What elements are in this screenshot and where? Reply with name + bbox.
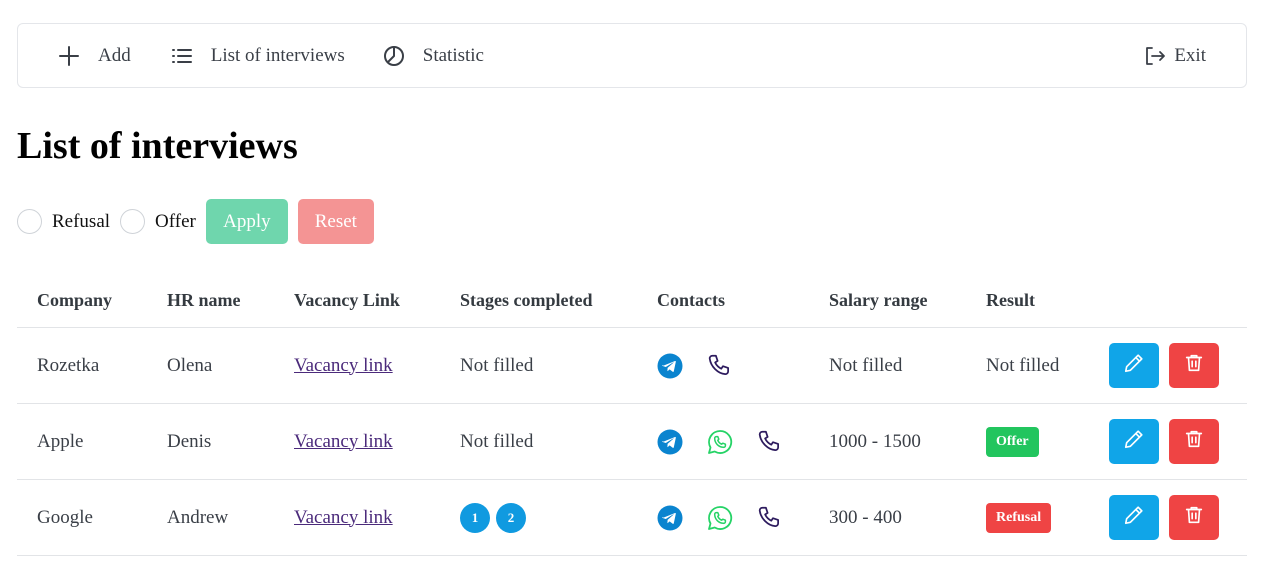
interviews-table: Company HR name Vacancy Link Stages comp… <box>17 276 1247 556</box>
pencil-icon <box>1123 428 1145 456</box>
header-vacancy-link: Vacancy Link <box>294 290 400 310</box>
stages-cell: Not filled <box>460 430 534 452</box>
delete-button[interactable] <box>1169 419 1219 464</box>
page-title: List of interviews <box>17 125 298 167</box>
vacancy-link[interactable]: Vacancy link <box>294 431 393 453</box>
edit-button[interactable] <box>1109 343 1159 388</box>
nav-list-button[interactable]: List of interviews <box>171 45 345 67</box>
header-stages: Stages completed <box>460 290 593 310</box>
exit-icon <box>1144 45 1166 67</box>
nav-add-button[interactable]: Add <box>58 45 131 67</box>
reset-button[interactable]: Reset <box>297 199 374 244</box>
header-result: Result <box>986 290 1035 310</box>
vacancy-link[interactable]: Vacancy link <box>294 507 393 529</box>
result-cell: Offer <box>986 404 1039 479</box>
refusal-badge: Refusal <box>986 502 1052 533</box>
actions-cell <box>1109 480 1219 555</box>
table-header: Company HR name Vacancy Link Stages comp… <box>17 276 1247 328</box>
header-salary: Salary range <box>829 290 928 310</box>
vacancy-link-cell: Vacancy link <box>294 404 393 479</box>
telegram-icon[interactable] <box>657 353 683 379</box>
delete-button[interactable] <box>1169 343 1219 388</box>
telegram-icon[interactable] <box>657 429 683 455</box>
company-cell: Google <box>37 506 93 528</box>
salary-cell: Not filled <box>829 354 903 376</box>
company-cell: Rozetka <box>37 354 100 376</box>
contacts-cell <box>657 404 807 479</box>
header-hr-name: HR name <box>167 290 241 310</box>
nav-add-label: Add <box>98 44 131 66</box>
whatsapp-icon[interactable] <box>707 505 733 531</box>
hr-name-cell: Olena <box>167 354 213 376</box>
offer-radio-label: Offer <box>155 210 196 232</box>
filters-bar: Refusal Offer Apply Reset <box>17 199 374 244</box>
table-row: Rozetka Olena Vacancy link Not filled No… <box>17 328 1247 404</box>
trash-icon <box>1183 504 1205 532</box>
contacts-cell <box>657 480 807 555</box>
pencil-icon <box>1123 352 1145 380</box>
actions-cell <box>1109 404 1219 479</box>
plus-icon <box>58 45 80 67</box>
vacancy-link-cell: Vacancy link <box>294 480 393 555</box>
trash-icon <box>1183 428 1205 456</box>
nav-statistic-button[interactable]: Statistic <box>383 45 484 67</box>
hr-name-cell: Denis <box>167 430 212 452</box>
whatsapp-icon[interactable] <box>707 429 733 455</box>
apply-button[interactable]: Apply <box>205 199 288 244</box>
edit-button[interactable] <box>1109 419 1159 464</box>
telegram-icon[interactable] <box>657 505 683 531</box>
nav-exit-button[interactable]: Exit <box>1144 45 1206 67</box>
result-cell: Not filled <box>986 354 1060 376</box>
stages-cell: Not filled <box>460 354 534 376</box>
phone-icon[interactable] <box>757 429 783 455</box>
actions-cell <box>1109 328 1219 403</box>
stage-badge: 1 <box>460 502 490 533</box>
pencil-icon <box>1123 504 1145 532</box>
edit-button[interactable] <box>1109 495 1159 540</box>
table-row: Google Andrew Vacancy link 1 2 300 - 400… <box>17 480 1247 556</box>
company-cell: Apple <box>37 430 84 452</box>
nav-statistic-label: Statistic <box>422 44 484 66</box>
nav-list-label: List of interviews <box>210 44 345 66</box>
phone-icon[interactable] <box>757 505 783 531</box>
salary-cell: 1000 - 1500 <box>829 430 921 452</box>
contacts-cell <box>657 328 757 403</box>
refusal-radio-label: Refusal <box>52 210 111 232</box>
refusal-radio[interactable] <box>17 209 42 234</box>
salary-cell: 300 - 400 <box>829 506 902 528</box>
trash-icon <box>1183 352 1205 380</box>
top-navbar: Add List of interviews Statistic Exit <box>17 23 1247 88</box>
nav-exit-label: Exit <box>1174 44 1206 66</box>
header-company: Company <box>37 290 113 310</box>
vacancy-link-cell: Vacancy link <box>294 328 393 403</box>
vacancy-link[interactable]: Vacancy link <box>294 355 393 377</box>
phone-icon[interactable] <box>707 353 733 379</box>
offer-badge: Offer <box>986 426 1039 457</box>
stage-badge: 2 <box>496 502 526 533</box>
pie-chart-icon <box>383 45 405 67</box>
table-row: Apple Denis Vacancy link Not filled 1000… <box>17 404 1247 480</box>
list-icon <box>171 45 193 67</box>
offer-radio[interactable] <box>120 209 146 234</box>
hr-name-cell: Andrew <box>167 506 229 528</box>
delete-button[interactable] <box>1169 495 1219 540</box>
stages-cell: 1 2 <box>460 480 532 555</box>
result-cell: Refusal <box>986 480 1052 555</box>
header-contacts: Contacts <box>657 290 725 310</box>
